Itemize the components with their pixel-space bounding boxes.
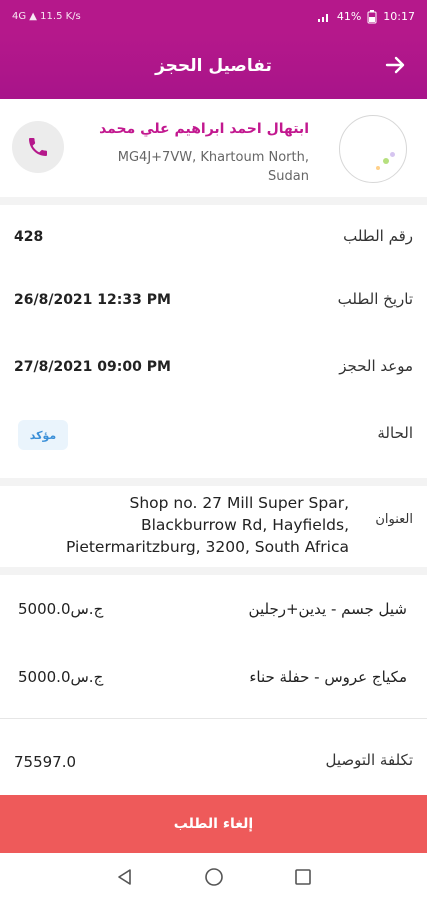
- status-badge: مؤكد: [18, 420, 68, 450]
- booking-time-row: موعد الحجز 27/8/2021 09:00 PM: [0, 335, 427, 395]
- delivery-label: تكلفة التوصيل: [325, 751, 413, 769]
- section-divider: [0, 478, 427, 486]
- status-bar: 4G ▲ 11.5 K/s 41% 10:17: [0, 0, 427, 33]
- customer-address: MG4J+7VW, Khartoum North, Sudan: [79, 148, 309, 186]
- service-item: شيل جسم - يدين+رجلين 5000.0ج.س: [0, 580, 427, 640]
- address-label: العنوان: [375, 512, 413, 527]
- back-triangle-icon[interactable]: [115, 867, 135, 887]
- customer-address-line2: Sudan: [268, 169, 309, 184]
- system-nav-bar: [0, 853, 427, 900]
- order-date-row: تاريخ الطلب 26/8/2021 12:33 PM: [0, 270, 427, 330]
- order-number-label: رقم الطلب: [343, 227, 413, 245]
- page-title: تفاصيل الحجز: [155, 56, 272, 76]
- status-left: 4G ▲ 11.5 K/s: [12, 11, 81, 22]
- home-circle-icon[interactable]: [204, 867, 224, 887]
- customer-avatar: [339, 115, 407, 183]
- signal-icon: [317, 13, 328, 22]
- service-item: مكياج عروس - حفلة حناء 5000.0ج.س: [0, 648, 427, 708]
- service-name: شيل جسم - يدين+رجلين: [248, 600, 407, 618]
- section-divider: [0, 567, 427, 575]
- delivery-value: 75597.0: [14, 753, 77, 771]
- booking-time-value: 27/8/2021 09:00 PM: [14, 359, 171, 375]
- status-right: 41% 10:17: [317, 9, 415, 24]
- order-number-value: 428: [14, 229, 44, 245]
- service-price: 5000.0ج.س: [18, 668, 104, 686]
- customer-card: ابتهال احمد ابراهيم علي محمد MG4J+7VW, K…: [0, 99, 427, 205]
- delivery-divider: [0, 718, 427, 719]
- recents-square-icon[interactable]: [293, 867, 313, 887]
- call-button[interactable]: [12, 121, 64, 173]
- clock: 10:17: [383, 10, 415, 23]
- customer-name: ابتهال احمد ابراهيم علي محمد: [99, 121, 309, 137]
- order-date-value: 26/8/2021 12:33 PM: [14, 292, 171, 308]
- service-name: مكياج عروس - حفلة حناء: [249, 668, 407, 686]
- booking-time-label: موعد الحجز: [339, 357, 413, 375]
- signal-info: 4G ▲ 11.5 K/s: [12, 11, 81, 22]
- address-section: العنوان Shop no. 27 Mill Super Spar, Bla…: [0, 488, 427, 566]
- phone-icon: [29, 138, 47, 156]
- battery-percent: 41%: [336, 10, 362, 23]
- customer-address-line1: MG4J+7VW, Khartoum North,: [117, 150, 309, 165]
- address-line2: Blackburrow Rd, Hayfields,: [140, 516, 349, 534]
- delivery-row: تكلفة التوصيل 75597.0: [0, 735, 427, 790]
- arrow-right-icon[interactable]: [383, 53, 407, 77]
- address-value: Shop no. 27 Mill Super Spar, Blackburrow…: [9, 492, 349, 558]
- status-label: الحالة: [377, 424, 413, 442]
- order-date-label: تاريخ الطلب: [337, 290, 413, 308]
- cancel-order-button[interactable]: إلغاء الطلب: [0, 795, 427, 853]
- address-line1: Shop no. 27 Mill Super Spar,: [129, 494, 349, 512]
- app-bar: تفاصيل الحجز: [0, 33, 427, 99]
- order-number-row: رقم الطلب 428: [0, 205, 427, 265]
- battery-icon: [367, 9, 377, 23]
- service-price: 5000.0ج.س: [18, 600, 104, 618]
- address-line3: Pietermaritzburg, 3200, South Africa: [66, 538, 349, 556]
